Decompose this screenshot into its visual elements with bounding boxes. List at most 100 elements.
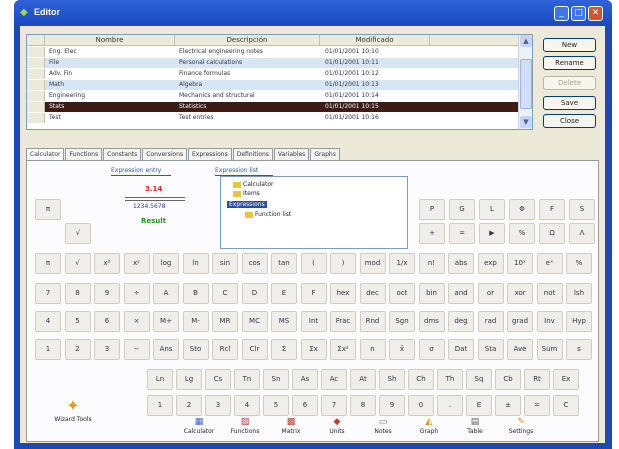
key-button[interactable]: deg [448,311,474,332]
key-button[interactable]: 0 [408,395,434,416]
key-button[interactable]: Σx² [330,339,356,360]
key-button[interactable]: 6 [292,395,318,416]
key-button[interactable]: xʸ [123,253,150,274]
key-button[interactable]: Ave [507,339,533,360]
graph-tool-button[interactable]: ◭ Graph [407,417,451,435]
key-button[interactable]: grad [507,311,533,332]
key-button[interactable]: L [479,199,505,220]
key-button[interactable]: 2 [64,339,91,360]
tab-graphs[interactable]: Graphs [310,148,340,160]
key-button[interactable]: 6 [94,311,120,332]
key-button[interactable]: ln [182,253,209,274]
key-button[interactable]: dms [418,311,445,332]
key-button[interactable]: 2 [176,395,202,416]
functions-tool-button[interactable]: ▨ Functions [223,417,267,435]
maximize-button[interactable]: □ [571,6,586,21]
key-button[interactable]: F [300,283,327,304]
key-button[interactable]: ▶ [479,223,505,244]
key-button[interactable]: eˣ [536,253,563,274]
document-tool-button[interactable]: ▭ Notes [361,417,405,435]
key-button[interactable]: B [182,283,209,304]
column-header-name[interactable]: Nombre [45,35,175,46]
key-button[interactable]: 8 [64,283,91,304]
save-button[interactable]: Save [543,96,596,110]
key-button[interactable]: not [536,283,563,304]
key-button[interactable]: = [449,223,475,244]
units-tool-button[interactable]: ◆ Units [315,417,359,435]
key-button[interactable]: 5 [64,311,91,332]
key-button[interactable]: Φ [509,199,535,220]
key-button[interactable]: or [477,283,504,304]
key-button[interactable]: x² [94,253,120,274]
scroll-thumb[interactable] [520,59,532,109]
table-row[interactable]: File Personal calculations 01/01/2001 10:1… [27,58,519,68]
key-button[interactable]: Sq [466,369,492,390]
table-tool-button[interactable]: ▤ Table [453,417,497,435]
key-button[interactable]: 7 [35,283,61,304]
key-button[interactable]: − [123,339,150,360]
key-button[interactable]: Sh [379,369,405,390]
key-button[interactable]: mod [359,253,386,274]
key-button[interactable]: tan [271,253,297,274]
key-button[interactable]: ) [330,253,356,274]
key-button[interactable]: 4 [35,311,61,332]
key-button[interactable]: and [448,283,474,304]
wizard-tools[interactable]: ✦ Wizard Tools [53,397,93,424]
key-button[interactable]: Hyp [566,311,592,332]
key-button[interactable]: Dat [448,339,474,360]
key-button[interactable]: . [437,395,463,416]
calculator-tool-button[interactable]: ▦ Calculator [177,417,221,435]
key-button[interactable]: E [271,283,297,304]
key-button[interactable]: rad [477,311,504,332]
key-button[interactable]: MR [212,311,238,332]
key-button[interactable]: Lg [176,369,202,390]
tree-node-expressions[interactable]: Expressions [227,201,267,208]
list-scrollbar[interactable]: ▲ ▼ [518,35,532,129]
key-button[interactable]: cos [241,253,268,274]
key-button[interactable]: Ac [321,369,347,390]
key-button[interactable]: D [241,283,268,304]
key-button[interactable]: S [569,199,595,220]
key-button[interactable]: Clr [241,339,268,360]
scroll-down-icon[interactable]: ▼ [520,116,532,128]
close-window-button[interactable]: ✕ [588,6,603,21]
key-button[interactable]: Frac [330,311,356,332]
key-button[interactable]: Int [300,311,327,332]
tree-node-function-list[interactable]: Function list [245,211,291,218]
column-header-description[interactable]: Descripción [175,35,320,46]
key-button[interactable]: σ [418,339,445,360]
scroll-up-icon[interactable]: ▲ [520,35,532,47]
key-button[interactable]: M- [182,311,209,332]
key-button[interactable]: Sta [477,339,504,360]
key-button[interactable]: A [153,283,179,304]
key-button[interactable]: Σx [300,339,327,360]
key-button[interactable]: Λ [569,223,595,244]
key-button[interactable]: 9 [379,395,405,416]
key-button[interactable]: 3 [205,395,231,416]
key-button[interactable]: Ex [553,369,579,390]
minimize-button[interactable]: _ [554,6,569,21]
file-list[interactable]: Nombre Descripción Modificado Eng. Elec E… [26,34,533,130]
table-row[interactable]: Engineering Mechanics and structural 01/01… [27,91,519,101]
key-button[interactable]: MC [241,311,268,332]
key-button[interactable]: Sto [182,339,209,360]
tree-node-calculator[interactable]: Calculator [233,181,273,188]
key-button[interactable]: % [509,223,535,244]
key-button[interactable]: G [449,199,475,220]
key-button[interactable]: π [35,253,61,274]
key-button[interactable]: Rt [524,369,550,390]
key-button[interactable]: hex [330,283,356,304]
table-row[interactable]: Adv. Fin Finance formulas 01/01/2001 10:12 [27,69,519,79]
key-button[interactable]: n! [418,253,445,274]
key-button[interactable]: dec [359,283,386,304]
key-button[interactable]: × [123,311,150,332]
tree-node-items[interactable]: Items [233,190,260,197]
key-button[interactable]: 3 [94,339,120,360]
key-button[interactable]: 8 [350,395,376,416]
tab-definitions[interactable]: Definitions [232,148,273,160]
key-button[interactable]: log [153,253,179,274]
matrix-tool-button[interactable]: ▩ Matrix [269,417,313,435]
table-row[interactable]: Stats Statistics 01/01/2001 10:15 [27,102,519,112]
table-row[interactable]: Test Test entries 01/01/2001 10:16 [27,113,519,123]
close-button[interactable]: Close [543,114,596,128]
